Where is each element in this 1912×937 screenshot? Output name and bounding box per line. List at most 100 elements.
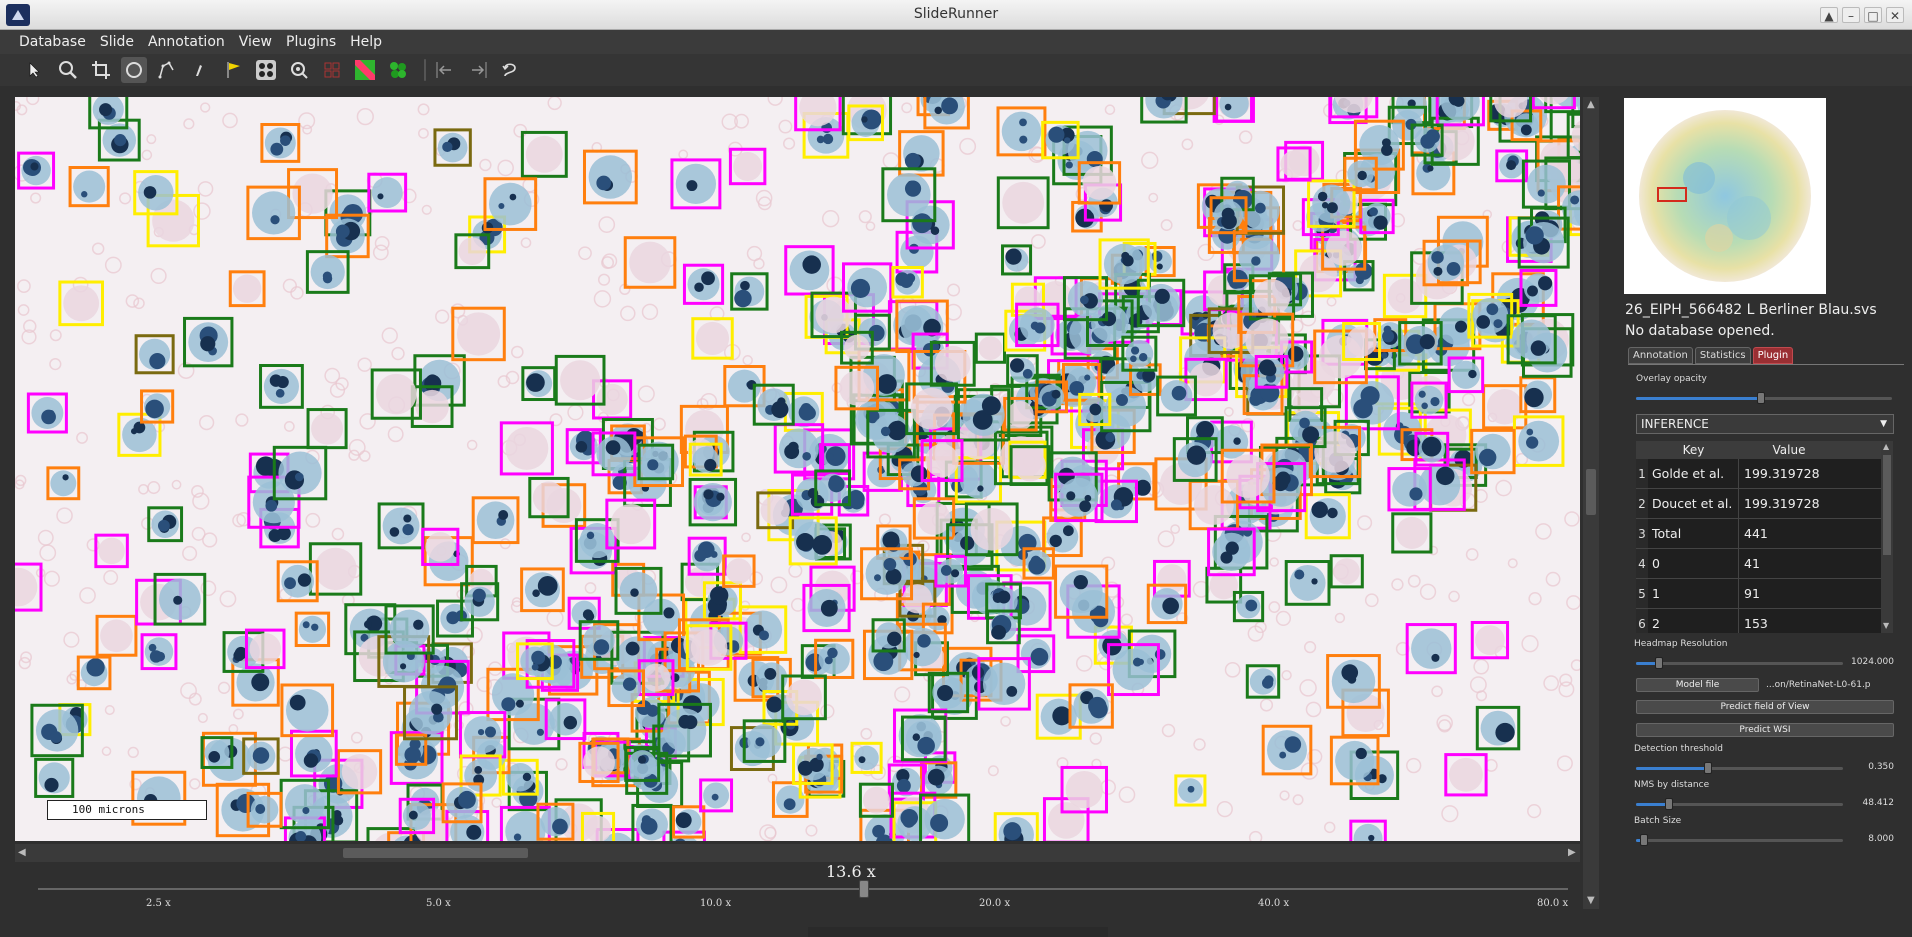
menu-plugins[interactable]: Plugins <box>279 34 343 50</box>
panel-tabs: Annotation Statistics Plugin <box>1628 347 1794 364</box>
table-header: Key Value <box>1636 441 1881 459</box>
pointer-icon[interactable] <box>22 57 48 83</box>
row-index: 3 <box>1636 519 1648 548</box>
scroll-thumb[interactable] <box>1883 455 1891 555</box>
slide-overview-thumbnail[interactable] <box>1624 98 1826 294</box>
menu-annotation[interactable]: Annotation <box>141 34 232 50</box>
window-shade-button[interactable]: ▲ <box>1820 7 1838 23</box>
scroll-thumb[interactable] <box>1586 469 1596 515</box>
table-row[interactable]: 3 Total 441 <box>1636 519 1881 549</box>
batch-size-label: Batch Size <box>1634 816 1682 826</box>
scale-bar: 100 microns <box>47 800 207 820</box>
predict-wsi-button[interactable]: Predict WSI <box>1636 723 1894 737</box>
overlay-green-icon[interactable] <box>352 57 378 83</box>
table-header-value: Value <box>1772 443 1806 457</box>
table-row[interactable]: 6 2 153 <box>1636 609 1881 633</box>
tab-statistics[interactable]: Statistics <box>1694 347 1751 364</box>
results-table: Key Value 1 Golde et al. 199.319728 2 Do… <box>1636 441 1881 633</box>
predict-fov-button[interactable]: Predict field of View <box>1636 700 1894 714</box>
scroll-down-icon[interactable]: ▼ <box>1883 621 1889 630</box>
table-row[interactable]: 4 0 41 <box>1636 549 1881 579</box>
menu-view[interactable]: View <box>232 34 279 50</box>
zoom-to-fit-icon[interactable] <box>286 57 312 83</box>
row-value: 441 <box>1744 526 1768 541</box>
table-row[interactable]: 2 Doucet et al. 199.319728 <box>1636 489 1881 519</box>
detection-threshold-handle[interactable] <box>1704 762 1712 774</box>
table-row[interactable]: 5 1 91 <box>1636 579 1881 609</box>
overlay-opacity-handle[interactable] <box>1757 392 1765 404</box>
zoom-slider-track[interactable] <box>38 888 1568 890</box>
scroll-up-icon[interactable]: ▲ <box>1587 99 1595 110</box>
crop-icon[interactable] <box>88 57 114 83</box>
scroll-thumb[interactable] <box>343 848 528 858</box>
table-scrollbar[interactable]: ▲ ▼ <box>1881 441 1893 633</box>
heatmap-resolution-slider[interactable] <box>1636 662 1843 665</box>
detection-threshold-value: 0.350 <box>1868 762 1894 772</box>
slide-filename: 26_EIPH_566482 L Berliner Blau.svs <box>1625 302 1877 318</box>
zoom-tick: 40.0 x <box>1258 898 1290 909</box>
green-cells-icon[interactable] <box>385 57 411 83</box>
scroll-up-icon[interactable]: ▲ <box>1883 442 1889 451</box>
row-value: 41 <box>1744 556 1760 571</box>
zoom-tick: 5.0 x <box>426 898 451 909</box>
batch-size-value: 8.000 <box>1868 834 1894 844</box>
heatmap-resolution-label: Headmap Resolution <box>1634 639 1728 649</box>
overlay-opacity-fill <box>1636 397 1761 400</box>
toolbar-separator <box>424 59 426 81</box>
row-value: 91 <box>1744 586 1760 601</box>
zoom-slider-handle[interactable] <box>859 880 869 898</box>
tab-annotation[interactable]: Annotation <box>1628 347 1693 364</box>
pen-icon[interactable] <box>187 57 213 83</box>
menu-database[interactable]: Database <box>12 34 93 50</box>
row-key: 1 <box>1648 579 1739 608</box>
sliderunner-window: SlideRunner ▲ – □ ✕ Database Slide Annot… <box>0 0 1912 937</box>
tab-divider <box>1628 364 1904 365</box>
window-maximize-button[interactable]: □ <box>1864 7 1882 23</box>
dots-icon[interactable] <box>253 57 279 83</box>
row-value: 199.319728 <box>1744 466 1820 481</box>
flag-icon[interactable] <box>220 57 246 83</box>
detection-threshold-label: Detection threshold <box>1634 744 1723 754</box>
plugin-select[interactable]: INFERENCE ▼ <box>1636 414 1894 434</box>
window-close-button[interactable]: ✕ <box>1886 7 1904 23</box>
table-row[interactable]: 1 Golde et al. 199.319728 <box>1636 459 1881 489</box>
slide-horizontal-scrollbar[interactable]: ◀ ▶ <box>15 844 1580 862</box>
model-path: ...on/RetinaNet-L0-61.p <box>1766 680 1871 690</box>
redo-icon[interactable] <box>498 57 524 83</box>
row-key: 2 <box>1648 609 1739 633</box>
row-key: Doucet et al. <box>1648 489 1739 518</box>
taskbar-peek <box>808 927 1108 937</box>
circle-select-icon[interactable] <box>121 57 147 83</box>
row-value: 153 <box>1744 616 1768 631</box>
model-file-button[interactable]: Model file <box>1636 678 1759 692</box>
row-index: 4 <box>1636 549 1648 578</box>
table-header-key: Key <box>1682 443 1705 457</box>
row-index: 1 <box>1636 459 1648 488</box>
heatmap-resolution-handle[interactable] <box>1655 657 1663 669</box>
forward-icon[interactable] <box>465 57 491 83</box>
zoom-tick: 80.0 x <box>1537 898 1569 909</box>
grid-off-icon[interactable] <box>319 57 345 83</box>
chevron-down-icon: ▼ <box>1880 419 1887 429</box>
polygon-icon[interactable] <box>154 57 180 83</box>
batch-size-slider[interactable] <box>1636 839 1843 842</box>
menu-slide[interactable]: Slide <box>93 34 141 50</box>
scroll-right-icon[interactable]: ▶ <box>1568 847 1576 858</box>
slide-vertical-scrollbar[interactable]: ▲ ▼ <box>1583 97 1599 909</box>
scroll-left-icon[interactable]: ◀ <box>18 847 26 858</box>
batch-size-handle[interactable] <box>1640 834 1648 846</box>
nms-distance-handle[interactable] <box>1665 798 1673 810</box>
menu-bar: Database Slide Annotation View Plugins H… <box>0 30 1912 54</box>
zoom-tick: 20.0 x <box>979 898 1011 909</box>
plugin-select-value: INFERENCE <box>1641 417 1709 431</box>
magnifier-icon[interactable] <box>55 57 81 83</box>
database-status: No database opened. <box>1625 323 1775 339</box>
slide-view[interactable]: 100 microns <box>15 97 1580 841</box>
row-index: 2 <box>1636 489 1648 518</box>
back-icon[interactable] <box>432 57 458 83</box>
scroll-down-icon[interactable]: ▼ <box>1587 895 1595 906</box>
title-bar: SlideRunner ▲ – □ ✕ <box>0 0 1912 30</box>
window-minimize-button[interactable]: – <box>1842 7 1860 23</box>
menu-help[interactable]: Help <box>343 34 389 50</box>
tab-plugin[interactable]: Plugin <box>1752 347 1794 364</box>
